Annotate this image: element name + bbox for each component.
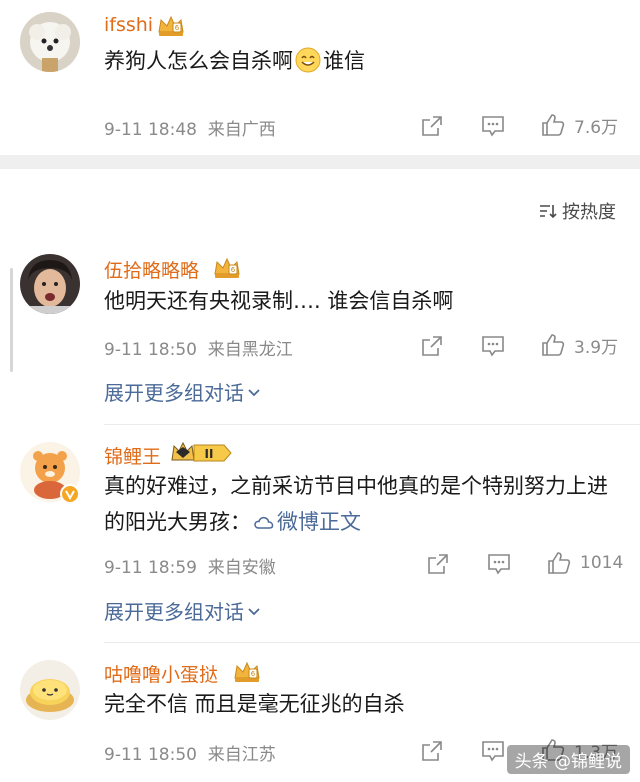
like-button[interactable]: 1014 — [546, 549, 623, 577]
avatar[interactable] — [20, 254, 80, 314]
share-button[interactable] — [420, 112, 444, 140]
crown-badge-icon: 6 — [212, 256, 242, 284]
chevron-down-icon — [247, 379, 261, 403]
share-icon — [422, 741, 442, 761]
comment-item: ifsshi 6 养狗人怎么会自杀啊 谁信 9-11 18:48 来自广西 7.6… — [0, 0, 640, 155]
comment-time: 9-11 18:48 — [104, 120, 197, 140]
username[interactable]: 锦鲤王 — [104, 442, 161, 469]
crown-badge-icon: 6 — [156, 14, 186, 42]
svg-text:II: II — [205, 447, 214, 461]
reply-button[interactable] — [481, 112, 505, 140]
svg-text:6: 6 — [175, 24, 180, 32]
share-icon — [428, 554, 448, 574]
share-button[interactable] — [420, 737, 444, 765]
username[interactable]: ifsshi — [104, 14, 153, 36]
comment-text: 养狗人怎么会自杀啊 谁信 — [104, 43, 624, 84]
svg-text:6: 6 — [231, 266, 236, 274]
thumbs-up-icon — [542, 334, 565, 356]
watermark: 头条 @锦鲤说 — [506, 745, 630, 774]
share-button[interactable] — [420, 332, 444, 360]
like-button[interactable]: 7.6万 — [540, 111, 618, 139]
sort-icon — [540, 205, 557, 219]
reply-button[interactable] — [487, 550, 511, 578]
username[interactable]: 伍拾略略略 — [104, 256, 199, 283]
avatar[interactable] — [20, 12, 80, 72]
verified-badge-icon — [60, 484, 80, 508]
comment-time: 9-11 18:50 — [104, 340, 197, 360]
level-badge-icon: II — [170, 440, 234, 470]
comment-location: 来自安徽 — [207, 558, 276, 578]
comment-text: 他明天还有央视录制…. 谁会信自杀啊 — [104, 289, 454, 313]
comment-meta: 9-11 18:50 来自黑龙江 — [104, 335, 293, 360]
avatar[interactable] — [20, 660, 80, 720]
sort-toggle[interactable]: 按热度 — [538, 198, 616, 224]
reply-button[interactable] — [481, 332, 505, 360]
like-count: 7.6万 — [574, 117, 619, 138]
comment-icon — [482, 336, 504, 357]
share-button[interactable] — [426, 550, 450, 578]
share-icon — [422, 116, 442, 136]
divider — [104, 424, 640, 425]
share-icon — [422, 336, 442, 356]
comment-text: 真的好难过，之前采访节目中他真的是个特别努力上进的阳光大男孩： 微博正文 — [104, 468, 624, 542]
link-icon — [254, 506, 274, 542]
expand-replies-link[interactable]: 展开更多组对话 — [104, 596, 261, 625]
reply-button[interactable] — [481, 737, 505, 765]
comment-time: 9-11 18:50 — [104, 745, 197, 765]
comment-meta: 9-11 18:48 来自广西 — [104, 115, 276, 140]
like-button[interactable]: 3.9万 — [540, 331, 618, 359]
comment-location: 来自黑龙江 — [207, 340, 293, 360]
comment-location: 来自江苏 — [207, 745, 276, 765]
svg-text:6: 6 — [251, 670, 256, 678]
comment-text: 完全不信 而且是毫无征兆的自杀 — [104, 692, 405, 716]
sort-label: 按热度 — [562, 202, 616, 223]
expand-replies-link[interactable]: 展开更多组对话 — [104, 377, 261, 406]
comment-icon — [482, 741, 504, 762]
like-count: 1014 — [580, 553, 624, 573]
thumbs-up-icon — [548, 552, 571, 574]
comment-time: 9-11 18:59 — [104, 558, 197, 578]
comment-location: 来自广西 — [207, 120, 276, 140]
section-divider — [0, 155, 640, 169]
crown-badge-icon: 6 — [232, 660, 262, 688]
comment-meta: 9-11 18:59 来自安徽 — [104, 553, 276, 578]
thumbs-up-icon — [542, 114, 565, 136]
like-count: 3.9万 — [574, 337, 619, 358]
scrollbar[interactable] — [10, 268, 13, 372]
username[interactable]: 咕噜噜小蛋挞 — [104, 660, 218, 687]
smile-emoji-icon — [295, 47, 321, 84]
comment-meta: 9-11 18:50 来自江苏 — [104, 740, 276, 765]
divider — [104, 642, 640, 643]
weibo-link[interactable]: 微博正文 — [251, 510, 361, 534]
comment-icon — [482, 116, 504, 137]
chevron-down-icon — [247, 598, 261, 622]
comment-icon — [488, 554, 510, 575]
